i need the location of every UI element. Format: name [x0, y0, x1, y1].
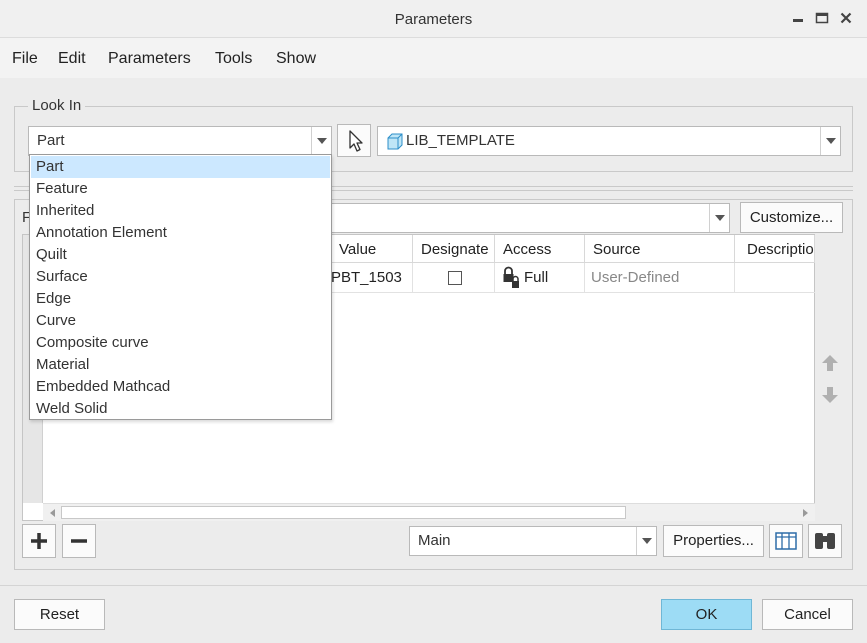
filter-select[interactable]: [314, 203, 730, 233]
column-header-source[interactable]: Source: [585, 235, 735, 263]
dropdown-option-weld-solid[interactable]: Weld Solid: [31, 398, 330, 420]
cancel-button[interactable]: Cancel: [762, 599, 853, 630]
look-in-type-select[interactable]: Part: [28, 126, 332, 156]
dropdown-option-inherited[interactable]: Inherited: [31, 200, 330, 222]
table-columns-icon: [775, 532, 797, 550]
column-header-access[interactable]: Access: [495, 235, 585, 263]
footer-divider: [0, 585, 867, 586]
column-header-designate[interactable]: Designate: [413, 235, 495, 263]
menu-bar: File Edit Parameters Tools Show: [0, 38, 867, 78]
view-select[interactable]: Main: [409, 526, 657, 556]
part-icon: [387, 133, 403, 150]
scroll-left-icon[interactable]: [49, 509, 57, 517]
access-value: Full: [524, 269, 549, 286]
binoculars-icon: [815, 533, 835, 549]
chevron-down-icon[interactable]: [636, 527, 656, 555]
close-button[interactable]: [838, 10, 854, 26]
window-title: Parameters: [394, 11, 473, 28]
menu-file[interactable]: File: [12, 38, 38, 78]
remove-parameter-button[interactable]: [62, 524, 96, 558]
close-icon: [840, 12, 852, 24]
maximize-icon: [815, 12, 829, 24]
maximize-button[interactable]: [814, 10, 830, 26]
look-in-type-value: Part: [37, 132, 65, 149]
scrollbar-thumb[interactable]: [61, 506, 626, 519]
reset-button[interactable]: Reset: [14, 599, 105, 630]
table-cell-access[interactable]: Full: [495, 263, 585, 293]
dropdown-option-curve[interactable]: Curve: [31, 310, 330, 332]
menu-tools[interactable]: Tools: [215, 38, 252, 78]
look-in-label: Look In: [28, 97, 86, 115]
move-up-icon[interactable]: [821, 354, 839, 372]
table-cell-designate[interactable]: [413, 263, 495, 293]
add-parameter-button[interactable]: [22, 524, 56, 558]
properties-button[interactable]: Properties...: [663, 525, 764, 557]
find-button[interactable]: [808, 524, 842, 558]
dropdown-option-composite-curve[interactable]: Composite curve: [31, 332, 330, 354]
minus-icon: [71, 539, 87, 543]
minimize-icon: [793, 19, 803, 22]
dropdown-option-material[interactable]: Material: [31, 354, 330, 376]
menu-show[interactable]: Show: [276, 38, 316, 78]
lock-icon: [503, 266, 519, 288]
dropdown-option-annotation-element[interactable]: Annotation Element: [31, 222, 330, 244]
table-cell-value[interactable]: PBT_1503: [331, 263, 413, 293]
look-in-object-select[interactable]: LIB_TEMPLATE: [377, 126, 841, 156]
menu-parameters[interactable]: Parameters: [108, 38, 191, 78]
dropdown-option-quilt[interactable]: Quilt: [31, 244, 330, 266]
column-header-value[interactable]: Value: [331, 235, 413, 263]
columns-button[interactable]: [769, 524, 803, 558]
select-object-button[interactable]: [337, 124, 371, 157]
minimize-button[interactable]: [790, 10, 806, 26]
designate-checkbox[interactable]: [448, 271, 462, 285]
dropdown-option-embedded-mathcad[interactable]: Embedded Mathcad: [31, 376, 330, 398]
view-value: Main: [418, 532, 451, 549]
move-down-icon[interactable]: [821, 386, 839, 404]
scroll-right-icon[interactable]: [801, 509, 809, 517]
chevron-down-icon[interactable]: [709, 204, 729, 232]
horizontal-scrollbar[interactable]: [43, 503, 815, 521]
chevron-down-icon[interactable]: [820, 127, 840, 155]
look-in-type-dropdown-list[interactable]: Part Feature Inherited Annotation Elemen…: [29, 154, 332, 420]
column-header-description[interactable]: Descriptio: [735, 235, 815, 263]
menu-edit[interactable]: Edit: [58, 38, 86, 78]
table-cell-source[interactable]: User-Defined: [585, 263, 735, 293]
pointer-arrow-icon: [349, 130, 363, 152]
dropdown-option-edge[interactable]: Edge: [31, 288, 330, 310]
ok-button[interactable]: OK: [661, 599, 752, 630]
dropdown-option-feature[interactable]: Feature: [31, 178, 330, 200]
dropdown-option-surface[interactable]: Surface: [31, 266, 330, 288]
table-cell-description[interactable]: [735, 263, 815, 293]
chevron-down-icon[interactable]: [311, 127, 331, 155]
dropdown-option-part[interactable]: Part: [31, 156, 330, 178]
look-in-object-value: LIB_TEMPLATE: [406, 132, 515, 149]
plus-icon: [31, 533, 47, 549]
customize-button[interactable]: Customize...: [740, 202, 843, 233]
